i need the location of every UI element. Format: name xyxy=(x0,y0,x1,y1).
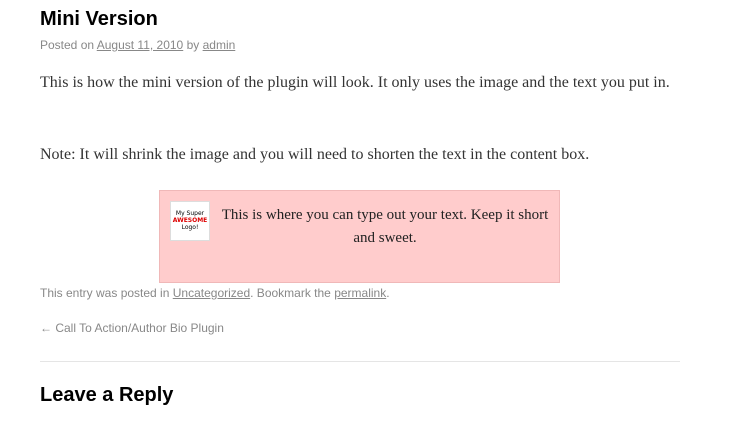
permalink-link[interactable]: permalink xyxy=(334,286,386,300)
post-title: Mini Version xyxy=(40,8,158,30)
logo-image: My Super AWESOME Logo! xyxy=(170,201,210,241)
author-link[interactable]: admin xyxy=(203,38,236,52)
category-link[interactable]: Uncategorized xyxy=(173,286,250,300)
logo-text-line3: Logo! xyxy=(181,224,199,231)
post-date-link[interactable]: August 11, 2010 xyxy=(97,38,184,52)
by-label: by xyxy=(186,38,200,52)
divider xyxy=(40,361,680,362)
post-paragraph: Note: It will shrink the image and you w… xyxy=(40,146,590,163)
posted-on-label: Posted on xyxy=(40,38,95,52)
posted-in-label: This entry was posted in xyxy=(40,286,170,300)
utility-suffix: . xyxy=(386,286,390,300)
bookmark-label: . Bookmark the xyxy=(250,286,331,300)
previous-post-link[interactable]: ← Call To Action/Author Bio Plugin xyxy=(40,321,224,335)
logo-text-line2: AWESOME xyxy=(172,217,208,224)
logo-text-line1: My Super xyxy=(175,210,205,217)
reply-title: Leave a Reply xyxy=(40,384,174,406)
call-to-action-box: My Super AWESOME Logo! This is where you… xyxy=(159,190,560,283)
cta-text: This is where you can type out your text… xyxy=(221,207,549,246)
post-paragraph: This is how the mini version of the plug… xyxy=(40,74,670,91)
entry-utility: This entry was posted in Uncategorized. … xyxy=(40,286,390,300)
post-meta: Posted on August 11, 2010 by admin xyxy=(40,38,235,52)
